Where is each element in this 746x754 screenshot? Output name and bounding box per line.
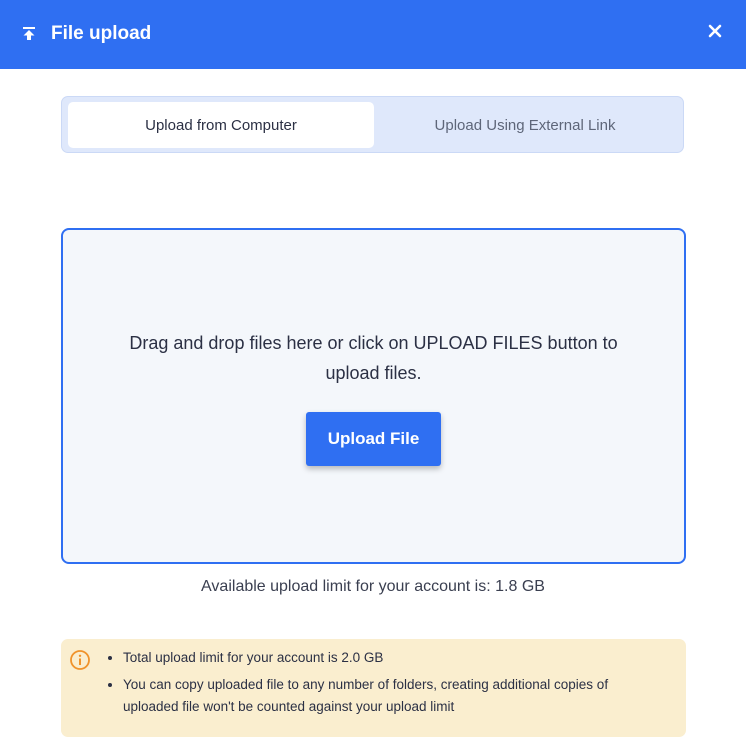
- dialog-title: File upload: [51, 23, 152, 44]
- upload-file-button[interactable]: Upload File: [306, 412, 441, 466]
- dropzone-instructions: Drag and drop files here or click on UPL…: [129, 333, 618, 383]
- notice-item: Total upload limit for your account is 2…: [123, 647, 656, 669]
- file-dropzone[interactable]: Drag and drop files here or click on UPL…: [61, 228, 686, 564]
- upload-limit-notice: Total upload limit for your account is 2…: [61, 639, 686, 737]
- tab-upload-external-link[interactable]: Upload Using External Link: [372, 102, 678, 148]
- upload-icon: [20, 23, 38, 45]
- notice-item: You can copy uploaded file to any number…: [123, 674, 656, 718]
- info-icon: [69, 649, 91, 671]
- tab-upload-from-computer[interactable]: Upload from Computer: [68, 102, 374, 148]
- notice-list: Total upload limit for your account is 2…: [105, 647, 656, 723]
- available-limit-text: Available upload limit for your account …: [201, 578, 545, 595]
- dialog-header: File upload: [0, 0, 746, 69]
- upload-source-tabs: Upload from Computer Upload Using Extern…: [61, 96, 684, 153]
- close-icon[interactable]: [704, 20, 726, 42]
